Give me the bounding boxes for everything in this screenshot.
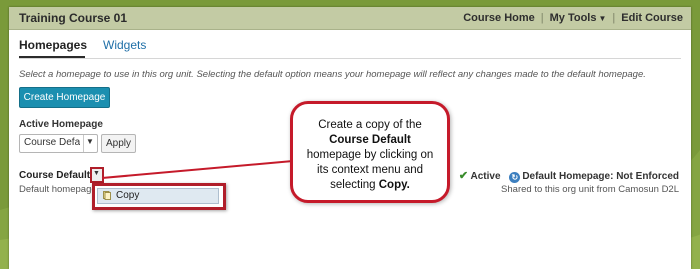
- tab-homepages[interactable]: Homepages: [19, 38, 87, 52]
- chevron-down-icon: ▼: [93, 170, 100, 177]
- default-homepage-icon: ↻: [509, 172, 521, 183]
- tab-divider: [19, 58, 681, 59]
- my-tools-label: My Tools: [549, 12, 597, 24]
- active-status: Active: [470, 171, 501, 182]
- shared-info: Shared to this org unit from Camosun D2L: [501, 184, 679, 195]
- homepage-status: ✔ Active ↻ Default Homepage: Not Enforced: [459, 169, 679, 183]
- context-menu: Copy: [92, 183, 226, 210]
- course-home-link[interactable]: Course Home: [463, 12, 535, 24]
- apply-button[interactable]: Apply: [101, 134, 136, 153]
- menu-item-label: Copy: [116, 190, 140, 201]
- homepage-description: Default homepage: [19, 184, 97, 195]
- menu-item-copy[interactable]: Copy: [97, 188, 219, 204]
- select-divider: [83, 135, 84, 152]
- active-homepage-select[interactable]: Course Default ▼: [19, 134, 98, 153]
- homepage-name[interactable]: Course Default: [19, 170, 90, 181]
- caret-down-icon: ▼: [598, 14, 607, 23]
- instruction-callout: Create a copy of the Course Default home…: [290, 101, 450, 203]
- create-homepage-button[interactable]: Create Homepage: [19, 87, 110, 108]
- navbar-links: Course Home | My Tools ▼ | Edit Course: [463, 12, 683, 24]
- active-homepage-label: Active Homepage: [19, 119, 103, 130]
- course-navbar: Training Course 01 Course Home | My Tools ▼…: [9, 7, 691, 30]
- select-value: Course Default: [24, 137, 80, 148]
- page-description: Select a homepage to use in this org uni…: [19, 69, 646, 80]
- callout-line1: Create a copy of the: [318, 119, 422, 131]
- callout-text: Create a copy of the Course Default home…: [293, 104, 447, 193]
- edit-course-link[interactable]: Edit Course: [621, 12, 683, 24]
- navbar-divider: |: [612, 12, 616, 24]
- callout-bold1: Course Default: [329, 134, 411, 146]
- course-title: Training Course 01: [19, 11, 128, 25]
- tab-widgets[interactable]: Widgets: [103, 38, 146, 52]
- my-tools-menu[interactable]: My Tools ▼: [550, 12, 607, 24]
- context-menu-button[interactable]: ▼: [90, 167, 104, 183]
- default-status: Default Homepage: Not Enforced: [522, 171, 679, 182]
- callout-bold2: Copy.: [378, 179, 410, 191]
- callout-line2: homepage by clicking on its context menu…: [306, 149, 434, 191]
- navbar-divider: |: [540, 12, 544, 24]
- checkmark-icon: ✔: [458, 170, 469, 182]
- copy-icon: [103, 191, 111, 200]
- chevron-down-icon: ▼: [86, 137, 94, 146]
